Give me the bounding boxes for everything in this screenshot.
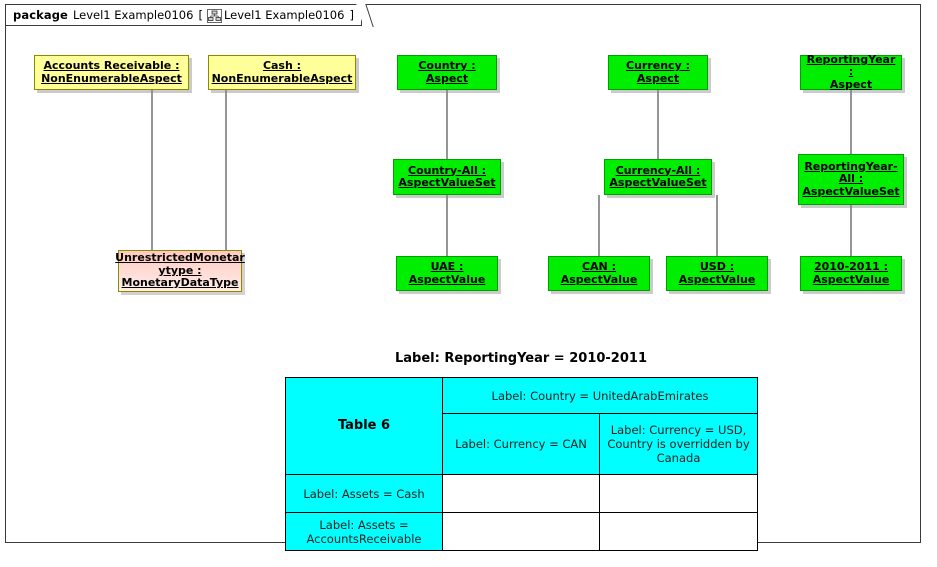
node-reportingyear-aspect[interactable]: ReportingYear : Aspect bbox=[800, 52, 902, 91]
package-tab-name: Level1 Example0106 bbox=[223, 8, 345, 22]
node-reportingyear-all-line3: AspectValueSet bbox=[802, 184, 900, 198]
table-row: Label: Assets = AccountsReceivable bbox=[285, 512, 758, 551]
node-country-aspect[interactable]: Country : Aspect bbox=[397, 55, 497, 90]
package-name: Level1 Example0106 bbox=[72, 8, 194, 22]
node-cash-line2: NonEnumerableAspect bbox=[211, 71, 353, 85]
node-can-aspectvalue-line2: AspectValue bbox=[560, 272, 638, 286]
node-reportingyear-aspect-line1: ReportingYear : bbox=[806, 52, 896, 79]
node-usd-aspectvalue-line2: AspectValue bbox=[678, 272, 756, 286]
node-country-aspect-line1: Country : bbox=[418, 59, 476, 72]
table-currency-can-header: Label: Currency = CAN bbox=[442, 413, 600, 475]
node-uae-aspectvalue[interactable]: UAE : AspectValue bbox=[396, 256, 498, 291]
table-country-header: Label: Country = UnitedArabEmirates bbox=[442, 377, 758, 414]
node-year-aspectvalue[interactable]: 2010-2011 : AspectValue bbox=[800, 256, 902, 291]
table-currency-usd-header: Label: Currency = USD, Country is overri… bbox=[599, 413, 758, 475]
node-reportingyear-aspect-line2: Aspect bbox=[829, 77, 873, 91]
node-reportingyear-all[interactable]: ReportingYear- All : AspectValueSet bbox=[798, 154, 904, 205]
node-unrestricted-monetarytype-line1: UnrestrictedMonetar bbox=[115, 251, 245, 265]
example-matrix-table: Table 6 Label: Country = UnitedArabEmira… bbox=[285, 377, 758, 551]
node-currency-aspect-line1: Currency : bbox=[626, 59, 690, 72]
node-cash[interactable]: Cash : NonEnumerableAspect bbox=[208, 55, 356, 90]
node-accounts-receivable[interactable]: Accounts Receivable : NonEnumerableAspec… bbox=[34, 55, 189, 90]
package-close-bracket: ] bbox=[349, 8, 354, 22]
node-country-aspect-line2: Aspect bbox=[425, 71, 469, 85]
node-currency-aspect[interactable]: Currency : Aspect bbox=[608, 55, 708, 90]
node-currency-aspect-line2: Aspect bbox=[636, 71, 680, 85]
table-cell-ar-can[interactable] bbox=[442, 512, 600, 551]
table-cell-ar-usd[interactable] bbox=[599, 512, 758, 551]
table-row: Label: Assets = Cash bbox=[285, 474, 758, 513]
package-open-bracket: [ bbox=[198, 8, 203, 22]
node-cash-line1: Cash : bbox=[262, 59, 302, 72]
node-uae-aspectvalue-line1: UAE : bbox=[430, 260, 464, 273]
node-year-aspectvalue-line1: 2010-2011 : bbox=[813, 260, 888, 273]
node-can-aspectvalue[interactable]: CAN : AspectValue bbox=[548, 256, 650, 291]
table-row: Table 6 Label: Country = UnitedArabEmira… bbox=[285, 377, 758, 475]
node-uae-aspectvalue-line2: AspectValue bbox=[408, 272, 486, 286]
node-usd-aspectvalue[interactable]: USD : AspectValue bbox=[666, 256, 768, 291]
table-cell-cash-usd[interactable] bbox=[599, 474, 758, 513]
package-header[interactable]: package Level1 Example0106 [ Level1 Exam… bbox=[5, 4, 362, 26]
node-can-aspectvalue-line1: CAN : bbox=[581, 260, 616, 273]
node-reportingyear-all-line2: All : bbox=[838, 172, 864, 186]
table-corner-cell: Table 6 bbox=[285, 377, 443, 475]
table-row-header-cash: Label: Assets = Cash bbox=[285, 474, 443, 513]
node-accounts-receivable-line1: Accounts Receivable : bbox=[43, 59, 180, 72]
node-country-all[interactable]: Country-All : AspectValueSet bbox=[393, 159, 501, 195]
node-country-all-line2: AspectValueSet bbox=[398, 176, 496, 189]
node-unrestricted-monetarytype-line3: MonetaryDataType bbox=[121, 276, 239, 290]
node-accounts-receivable-line2: NonEnumerableAspect bbox=[41, 71, 182, 85]
node-year-aspectvalue-line2: AspectValue bbox=[812, 272, 890, 286]
package-keyword: package bbox=[13, 8, 68, 22]
table-caption: Label: ReportingYear = 2010-2011 bbox=[395, 351, 647, 366]
table-row-header-accounts-receivable: Label: Assets = AccountsReceivable bbox=[285, 512, 443, 551]
class-diagram-icon bbox=[206, 9, 222, 23]
node-usd-aspectvalue-line1: USD : bbox=[699, 260, 735, 273]
node-currency-all[interactable]: Currency-All : AspectValueSet bbox=[604, 159, 712, 195]
node-unrestricted-monetarytype[interactable]: UnrestrictedMonetar ytype : MonetaryData… bbox=[115, 250, 245, 292]
node-currency-all-line2: AspectValueSet bbox=[609, 176, 707, 189]
table-cell-cash-can[interactable] bbox=[442, 474, 600, 513]
